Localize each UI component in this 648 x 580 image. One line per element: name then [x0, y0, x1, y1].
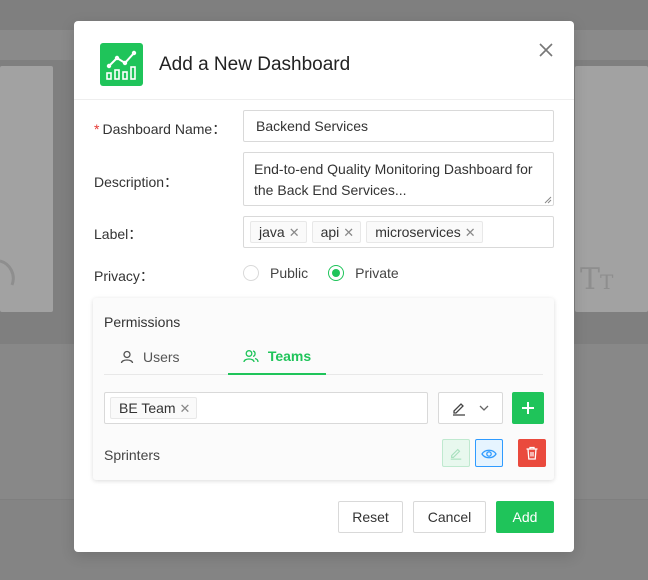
label-tag-api: api ✕: [311, 221, 362, 243]
trash-icon: [526, 446, 538, 460]
team-icon: [243, 349, 259, 362]
cancel-button[interactable]: Cancel: [413, 501, 486, 533]
description-textarea[interactable]: End-to-end Quality Monitoring Dashboard …: [243, 152, 554, 206]
permission-row-name: Sprinters: [104, 447, 161, 463]
add-button[interactable]: Add: [496, 501, 554, 533]
user-icon: [120, 350, 134, 363]
add-dashboard-modal: Add a New Dashboard * Dashboard Name： Bac…: [74, 21, 574, 552]
remove-tag-icon[interactable]: ✕: [289, 226, 300, 239]
permissions-panel: Permissions Users Teams BE Team ✕ Sprint…: [93, 298, 554, 480]
label-tag-java: java ✕: [250, 221, 307, 243]
privacy-private-radio[interactable]: Private: [328, 265, 399, 281]
wifi-icon: [0, 259, 15, 286]
modal-title: Add a New Dashboard: [159, 54, 351, 75]
remove-tag-icon[interactable]: ✕: [180, 402, 191, 415]
reset-button[interactable]: Reset: [338, 501, 403, 533]
text-size-icon: TT: [580, 262, 614, 297]
permission-view-button[interactable]: [475, 439, 503, 467]
dashboard-name-input[interactable]: Backend Services: [243, 110, 554, 142]
permission-edit-button[interactable]: [442, 439, 470, 467]
background-card-left: [0, 66, 53, 312]
privacy-radio-group: Public Private: [243, 265, 399, 281]
description-label: Description：: [94, 174, 179, 190]
resize-grip-icon[interactable]: [544, 196, 552, 204]
permissions-tabs: Users Teams: [104, 338, 543, 375]
privacy-public-radio[interactable]: Public: [243, 265, 308, 281]
close-icon[interactable]: [536, 40, 556, 60]
remove-tag-icon[interactable]: ✕: [465, 226, 476, 239]
tab-users[interactable]: Users: [120, 338, 180, 375]
label-tag-microservices: microservices ✕: [366, 221, 483, 243]
edit-icon: [453, 403, 465, 416]
role-select[interactable]: [438, 392, 503, 424]
background-card-right: TT: [575, 66, 648, 312]
team-select[interactable]: BE Team ✕: [104, 392, 428, 424]
chevron-down-icon: [479, 405, 489, 411]
label-select[interactable]: java ✕ api ✕ microservices ✕: [243, 216, 554, 248]
tab-teams[interactable]: Teams: [228, 338, 326, 375]
edit-icon: [450, 448, 462, 460]
privacy-label: Privacy：: [94, 268, 154, 284]
plus-icon: [522, 402, 534, 414]
permission-delete-button[interactable]: [518, 439, 546, 467]
chart-icon: [100, 43, 143, 86]
team-tag: BE Team ✕: [110, 397, 198, 419]
description-text: End-to-end Quality Monitoring Dashboard …: [254, 161, 533, 198]
remove-tag-icon[interactable]: ✕: [343, 226, 354, 239]
dashboard-name-label: * Dashboard Name：: [94, 121, 227, 137]
eye-icon: [481, 449, 497, 459]
modal-header: Add a New Dashboard: [74, 21, 574, 100]
permissions-title: Permissions: [104, 314, 181, 330]
label-label: Label：: [94, 226, 143, 242]
add-permission-button[interactable]: [512, 392, 544, 424]
